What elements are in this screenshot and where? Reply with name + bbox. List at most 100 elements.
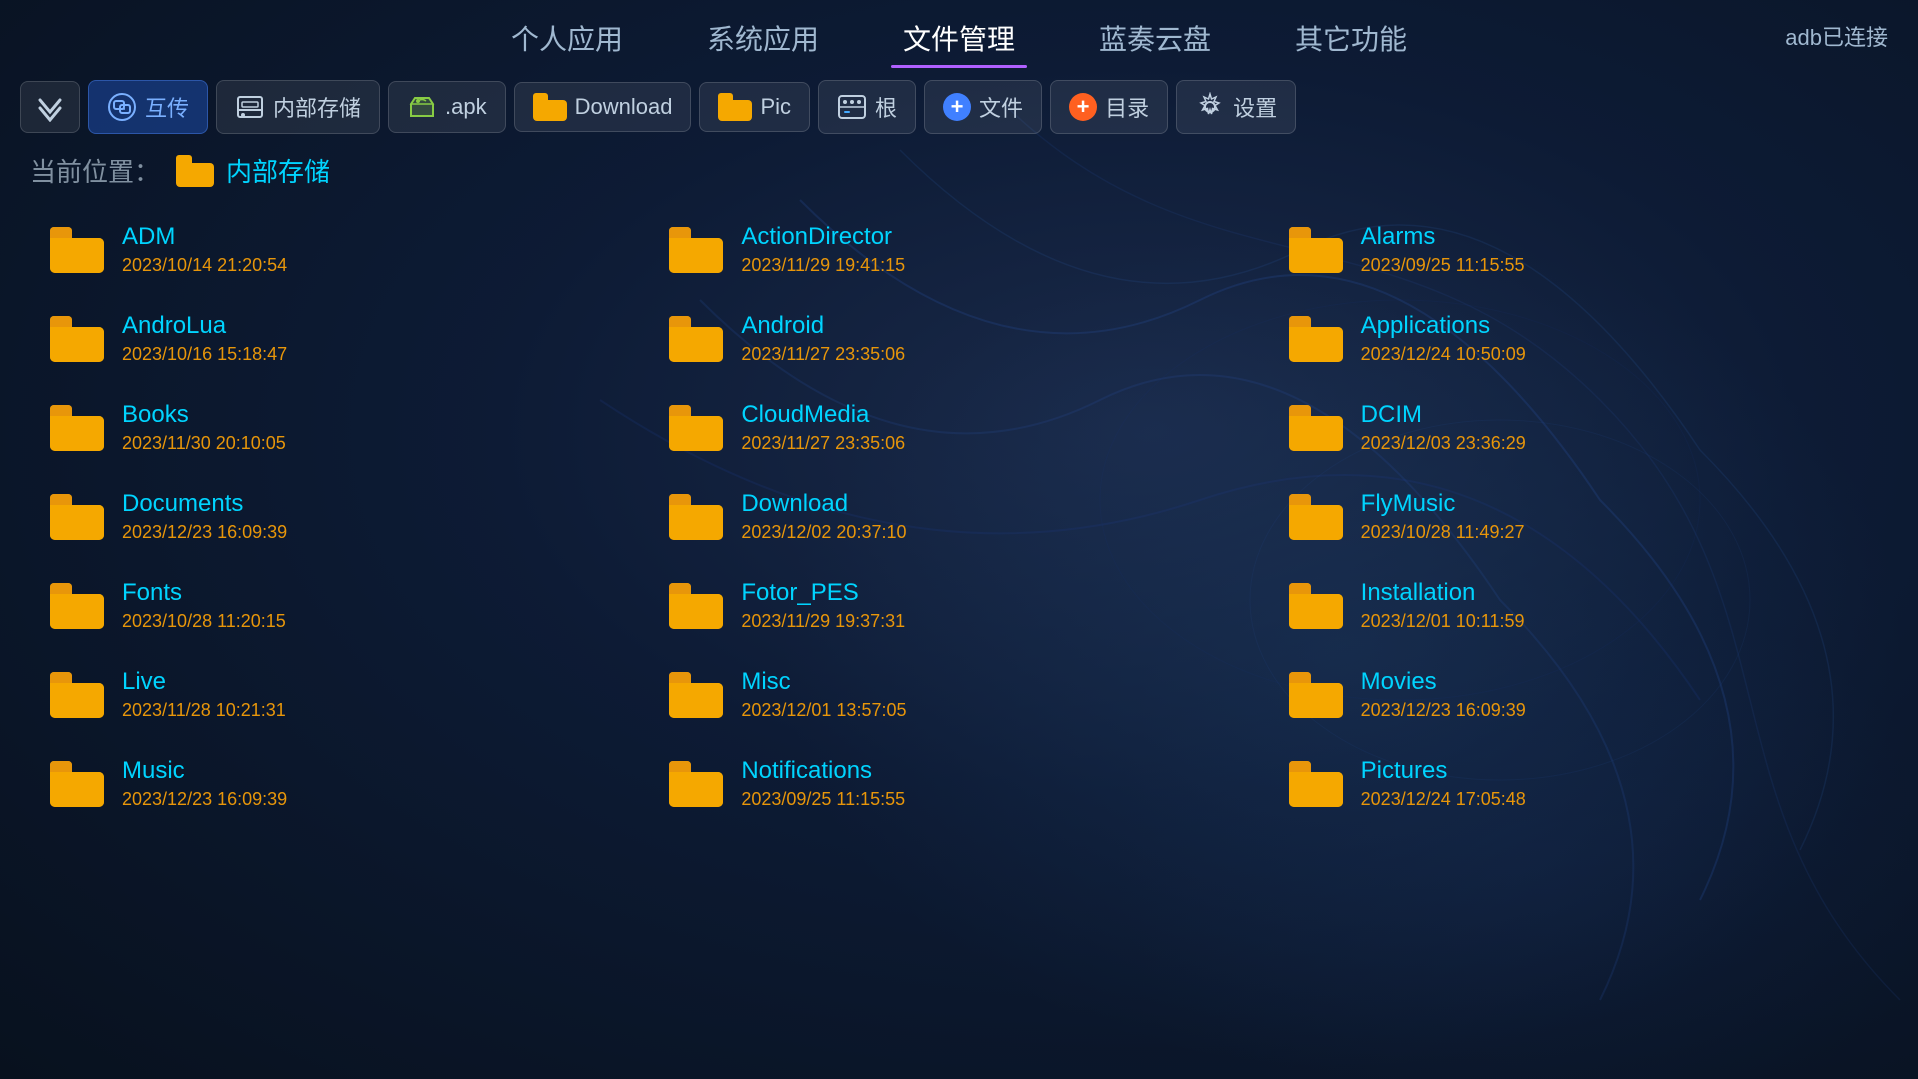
file-item[interactable]: DCIM 2023/12/03 23:36:29 xyxy=(1269,383,1888,472)
file-name: Download xyxy=(741,490,906,518)
file-item[interactable]: Installation 2023/12/01 10:11:59 xyxy=(1269,561,1888,650)
folder-icon xyxy=(50,672,104,718)
file-name: Live xyxy=(122,668,286,696)
folder-icon xyxy=(669,583,723,629)
file-info: Applications 2023/12/24 10:50:09 xyxy=(1361,312,1526,365)
file-name: Installation xyxy=(1361,579,1525,607)
collapse-button[interactable] xyxy=(20,81,80,133)
file-date: 2023/12/24 10:50:09 xyxy=(1361,344,1526,365)
pic-folder-label: Pic xyxy=(760,94,791,120)
mutual-transfer-button[interactable]: 互传 xyxy=(88,80,208,134)
folder-icon xyxy=(1289,761,1343,807)
folder-icon xyxy=(1289,494,1343,540)
folder-icon xyxy=(50,494,104,540)
folder-icon xyxy=(50,227,104,273)
file-date: 2023/11/29 19:41:15 xyxy=(741,255,905,276)
file-name: Android xyxy=(741,312,905,340)
file-item[interactable]: Notifications 2023/09/25 11:15:55 xyxy=(649,739,1268,828)
toolbar: 互传 内部存储 .apk xyxy=(0,72,1918,142)
root-button[interactable]: 根 xyxy=(818,80,916,134)
file-info: Documents 2023/12/23 16:09:39 xyxy=(122,490,287,543)
apk-label: .apk xyxy=(445,94,487,120)
settings-button[interactable]: 设置 xyxy=(1176,80,1296,134)
file-info: Android 2023/11/27 23:35:06 xyxy=(741,312,905,365)
file-info: Movies 2023/12/23 16:09:39 xyxy=(1361,668,1526,721)
file-item[interactable]: FlyMusic 2023/10/28 11:49:27 xyxy=(1269,472,1888,561)
file-info: DCIM 2023/12/03 23:36:29 xyxy=(1361,401,1526,454)
file-info: Fonts 2023/10/28 11:20:15 xyxy=(122,579,286,632)
download-folder-label: Download xyxy=(575,94,673,120)
file-info: Live 2023/11/28 10:21:31 xyxy=(122,668,286,721)
file-name: Pictures xyxy=(1361,757,1526,785)
file-item[interactable]: Documents 2023/12/23 16:09:39 xyxy=(30,472,649,561)
file-date: 2023/11/28 10:21:31 xyxy=(122,700,286,721)
file-item[interactable]: ActionDirector 2023/11/29 19:41:15 xyxy=(649,205,1268,294)
file-name: Applications xyxy=(1361,312,1526,340)
nav-personal-apps[interactable]: 个人应用 xyxy=(499,12,635,64)
file-item[interactable]: CloudMedia 2023/11/27 23:35:06 xyxy=(649,383,1268,472)
file-info: ActionDirector 2023/11/29 19:41:15 xyxy=(741,223,905,276)
breadcrumb-label: 当前位置： xyxy=(30,152,160,189)
file-item[interactable]: Applications 2023/12/24 10:50:09 xyxy=(1269,294,1888,383)
file-info: AndroLua 2023/10/16 15:18:47 xyxy=(122,312,287,365)
folder-icon xyxy=(669,761,723,807)
file-date: 2023/12/01 13:57:05 xyxy=(741,700,906,721)
file-name: Movies xyxy=(1361,668,1526,696)
file-item[interactable]: Alarms 2023/09/25 11:15:55 xyxy=(1269,205,1888,294)
file-item[interactable]: Misc 2023/12/01 13:57:05 xyxy=(649,650,1268,739)
file-name: Documents xyxy=(122,490,287,518)
folder-icon xyxy=(1289,405,1343,451)
adb-status: adb已连接 xyxy=(1785,20,1888,52)
nav-system-apps[interactable]: 系统应用 xyxy=(695,12,831,64)
file-date: 2023/12/02 20:37:10 xyxy=(741,522,906,543)
folder-icon xyxy=(50,761,104,807)
file-name: Books xyxy=(122,401,286,429)
breadcrumb-path: 内部存储 xyxy=(226,152,330,189)
file-item[interactable]: AndroLua 2023/10/16 15:18:47 xyxy=(30,294,649,383)
file-item[interactable]: Movies 2023/12/23 16:09:39 xyxy=(1269,650,1888,739)
file-item[interactable]: ADM 2023/10/14 21:20:54 xyxy=(30,205,649,294)
pic-folder-button[interactable]: Pic xyxy=(699,82,810,132)
new-file-label: 文件 xyxy=(979,91,1023,123)
file-item[interactable]: Live 2023/11/28 10:21:31 xyxy=(30,650,649,739)
new-dir-button[interactable]: + 目录 xyxy=(1050,80,1168,134)
nav-file-manager[interactable]: 文件管理 xyxy=(891,12,1027,64)
file-item[interactable]: Books 2023/11/30 20:10:05 xyxy=(30,383,649,472)
folder-icon xyxy=(669,316,723,362)
folder-icon xyxy=(50,405,104,451)
download-folder-button[interactable]: Download xyxy=(514,82,692,132)
file-info: FlyMusic 2023/10/28 11:49:27 xyxy=(1361,490,1525,543)
file-item[interactable]: Fonts 2023/10/28 11:20:15 xyxy=(30,561,649,650)
file-name: Misc xyxy=(741,668,906,696)
file-date: 2023/12/03 23:36:29 xyxy=(1361,433,1526,454)
file-date: 2023/11/27 23:35:06 xyxy=(741,344,905,365)
file-info: Fotor_PES 2023/11/29 19:37:31 xyxy=(741,579,905,632)
file-item[interactable]: Pictures 2023/12/24 17:05:48 xyxy=(1269,739,1888,828)
file-name: Fotor_PES xyxy=(741,579,905,607)
file-item[interactable]: Music 2023/12/23 16:09:39 xyxy=(30,739,649,828)
file-info: Alarms 2023/09/25 11:15:55 xyxy=(1361,223,1525,276)
file-name: FlyMusic xyxy=(1361,490,1525,518)
settings-label: 设置 xyxy=(1233,91,1277,123)
file-date: 2023/09/25 11:15:55 xyxy=(741,789,905,810)
internal-storage-button[interactable]: 内部存储 xyxy=(216,80,380,134)
folder-icon xyxy=(1289,316,1343,362)
nav-cloud-disk[interactable]: 蓝奏云盘 xyxy=(1087,12,1223,64)
file-date: 2023/09/25 11:15:55 xyxy=(1361,255,1525,276)
file-date: 2023/10/28 11:49:27 xyxy=(1361,522,1525,543)
apk-button[interactable]: .apk xyxy=(388,81,506,133)
file-item[interactable]: Download 2023/12/02 20:37:10 xyxy=(649,472,1268,561)
mutual-label: 互传 xyxy=(145,91,189,123)
new-file-button[interactable]: + 文件 xyxy=(924,80,1042,134)
file-date: 2023/10/14 21:20:54 xyxy=(122,255,287,276)
file-date: 2023/11/27 23:35:06 xyxy=(741,433,905,454)
file-name: AndroLua xyxy=(122,312,287,340)
file-name: ActionDirector xyxy=(741,223,905,251)
nav-other-functions[interactable]: 其它功能 xyxy=(1283,12,1419,64)
file-info: Notifications 2023/09/25 11:15:55 xyxy=(741,757,905,810)
file-item[interactable]: Android 2023/11/27 23:35:06 xyxy=(649,294,1268,383)
folder-icon xyxy=(1289,672,1343,718)
file-info: Books 2023/11/30 20:10:05 xyxy=(122,401,286,454)
folder-icon xyxy=(669,672,723,718)
file-item[interactable]: Fotor_PES 2023/11/29 19:37:31 xyxy=(649,561,1268,650)
